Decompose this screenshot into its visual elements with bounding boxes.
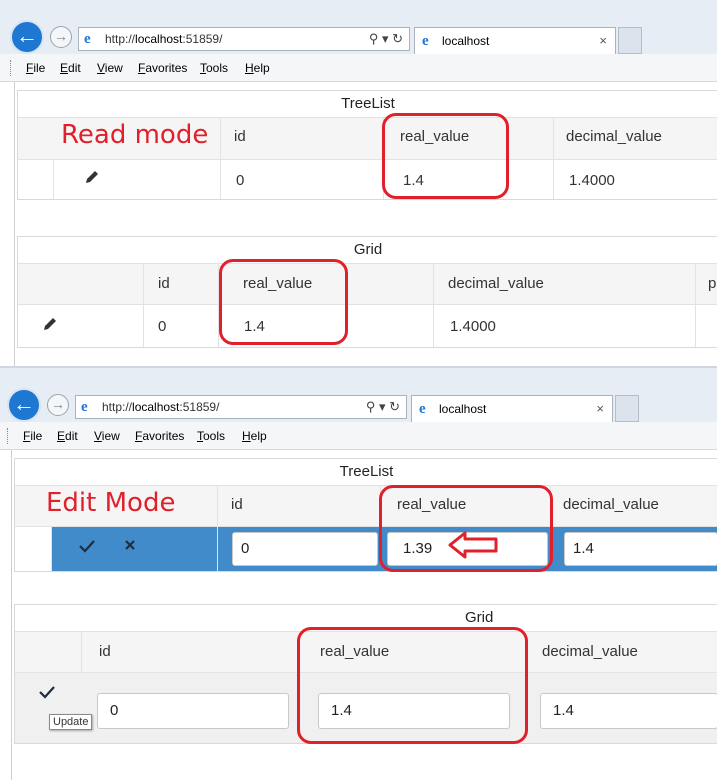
- forward-button[interactable]: →: [50, 26, 72, 48]
- tab-ie-icon: e: [422, 33, 429, 49]
- tab-close-icon[interactable]: ×: [599, 28, 607, 54]
- menu-tools[interactable]: Tools: [200, 61, 228, 75]
- grid-header-id[interactable]: id: [158, 275, 170, 292]
- treelist-header-id[interactable]: id: [234, 128, 246, 145]
- menu-grip: [10, 60, 13, 76]
- menu-edit[interactable]: Edit: [57, 429, 78, 443]
- grid-title: Grid: [353, 241, 383, 258]
- grid-id-input[interactable]: 0: [97, 693, 289, 729]
- grid-read: Grid id real_value decimal_value p 0 1.4…: [17, 236, 717, 348]
- address-url: http://localhost:51859/: [105, 32, 223, 46]
- treelist-cell-id: 0: [236, 172, 245, 189]
- back-arrow-icon: ←: [13, 391, 35, 416]
- close-icon[interactable]: [123, 538, 137, 557]
- browser-window-read-mode: ← → e http://localhost:51859/ ⚲ ▾ ↻ e lo…: [0, 0, 717, 366]
- tab-ie-icon: e: [419, 401, 426, 417]
- back-arrow-icon: ←: [16, 23, 38, 48]
- browser-titlebar: ← → e http://localhost:51859/ ⚲ ▾ ↻ e lo…: [0, 0, 717, 54]
- read-mode-annotation: Read mode: [61, 120, 209, 150]
- treelist-header-decimal-value[interactable]: decimal_value: [563, 496, 659, 513]
- menu-bar: File Edit View Favorites Tools Help: [0, 422, 717, 450]
- treelist-header-id[interactable]: id: [231, 496, 243, 513]
- ie-icon: e: [84, 31, 91, 47]
- edit-mode-annotation: Edit Mode: [46, 488, 176, 518]
- grid-header-id[interactable]: id: [99, 643, 111, 660]
- treelist-decimal-value-input[interactable]: 1.4: [564, 532, 717, 566]
- pencil-icon[interactable]: [84, 169, 100, 190]
- update-tooltip: Update: [49, 714, 93, 730]
- treelist-title: TreeList: [339, 463, 394, 480]
- menu-file[interactable]: File: [26, 61, 45, 75]
- treelist-title: TreeList: [341, 95, 395, 112]
- grid-real-value-highlight: [219, 259, 348, 345]
- grid-header: [18, 263, 717, 305]
- forward-arrow-icon: →: [54, 28, 68, 44]
- address-url: http://localhost:51859/: [102, 400, 220, 414]
- menu-help[interactable]: Help: [242, 429, 267, 443]
- menu-help[interactable]: Help: [245, 61, 270, 75]
- grid-header-extra[interactable]: p: [708, 275, 716, 292]
- tab-title: localhost: [442, 34, 490, 48]
- menu-grip: [7, 428, 10, 444]
- ie-icon: e: [81, 399, 88, 415]
- pencil-icon[interactable]: [42, 316, 58, 337]
- treelist-real-value-highlight: [382, 113, 509, 199]
- address-bar[interactable]: e http://localhost:51859/ ⚲ ▾ ↻: [78, 27, 410, 51]
- menu-tools[interactable]: Tools: [197, 429, 225, 443]
- browser-tab[interactable]: e localhost ×: [411, 395, 613, 422]
- check-icon[interactable]: [79, 539, 95, 558]
- new-tab-button[interactable]: [618, 27, 642, 54]
- address-tools-icons[interactable]: ⚲ ▾ ↻: [366, 396, 400, 418]
- browser-window-edit-mode: ← → e http://localhost:51859/ ⚲ ▾ ↻ e lo…: [0, 368, 717, 780]
- left-arrow-icon: [448, 531, 498, 559]
- menu-file[interactable]: File: [23, 429, 42, 443]
- tab-close-icon[interactable]: ×: [596, 396, 604, 422]
- address-tools-icons[interactable]: ⚲ ▾ ↻: [369, 28, 403, 50]
- grid-cell-id: 0: [158, 318, 167, 335]
- menu-view[interactable]: View: [94, 429, 120, 443]
- browser-titlebar: ← → e http://localhost:51859/ ⚲ ▾ ↻ e lo…: [0, 368, 717, 422]
- tab-title: localhost: [439, 402, 487, 416]
- new-tab-button[interactable]: [615, 395, 639, 422]
- menu-edit[interactable]: Edit: [60, 61, 81, 75]
- treelist-id-input[interactable]: 0: [232, 532, 378, 566]
- grid-real-value-highlight: [297, 627, 528, 744]
- menu-favorites[interactable]: Favorites: [138, 61, 187, 75]
- grid-header-decimal-value[interactable]: decimal_value: [448, 275, 544, 292]
- treelist-header-decimal-value[interactable]: decimal_value: [566, 128, 662, 145]
- treelist-cell-decimal-value: 1.4000: [569, 172, 615, 189]
- menu-view[interactable]: View: [97, 61, 123, 75]
- menu-bar: File Edit View Favorites Tools Help: [0, 54, 717, 82]
- menu-favorites[interactable]: Favorites: [135, 429, 184, 443]
- back-button[interactable]: ←: [10, 20, 44, 54]
- forward-arrow-icon: →: [51, 396, 65, 412]
- grid-cell-decimal-value: 1.4000: [450, 318, 496, 335]
- grid-decimal-value-input[interactable]: 1.4: [540, 693, 717, 729]
- address-bar[interactable]: e http://localhost:51859/ ⚲ ▾ ↻: [75, 395, 407, 419]
- check-icon[interactable]: [39, 685, 55, 704]
- forward-button[interactable]: →: [47, 394, 69, 416]
- browser-tab[interactable]: e localhost ×: [414, 27, 616, 54]
- back-button[interactable]: ←: [7, 388, 41, 422]
- grid-header-decimal-value[interactable]: decimal_value: [542, 643, 638, 660]
